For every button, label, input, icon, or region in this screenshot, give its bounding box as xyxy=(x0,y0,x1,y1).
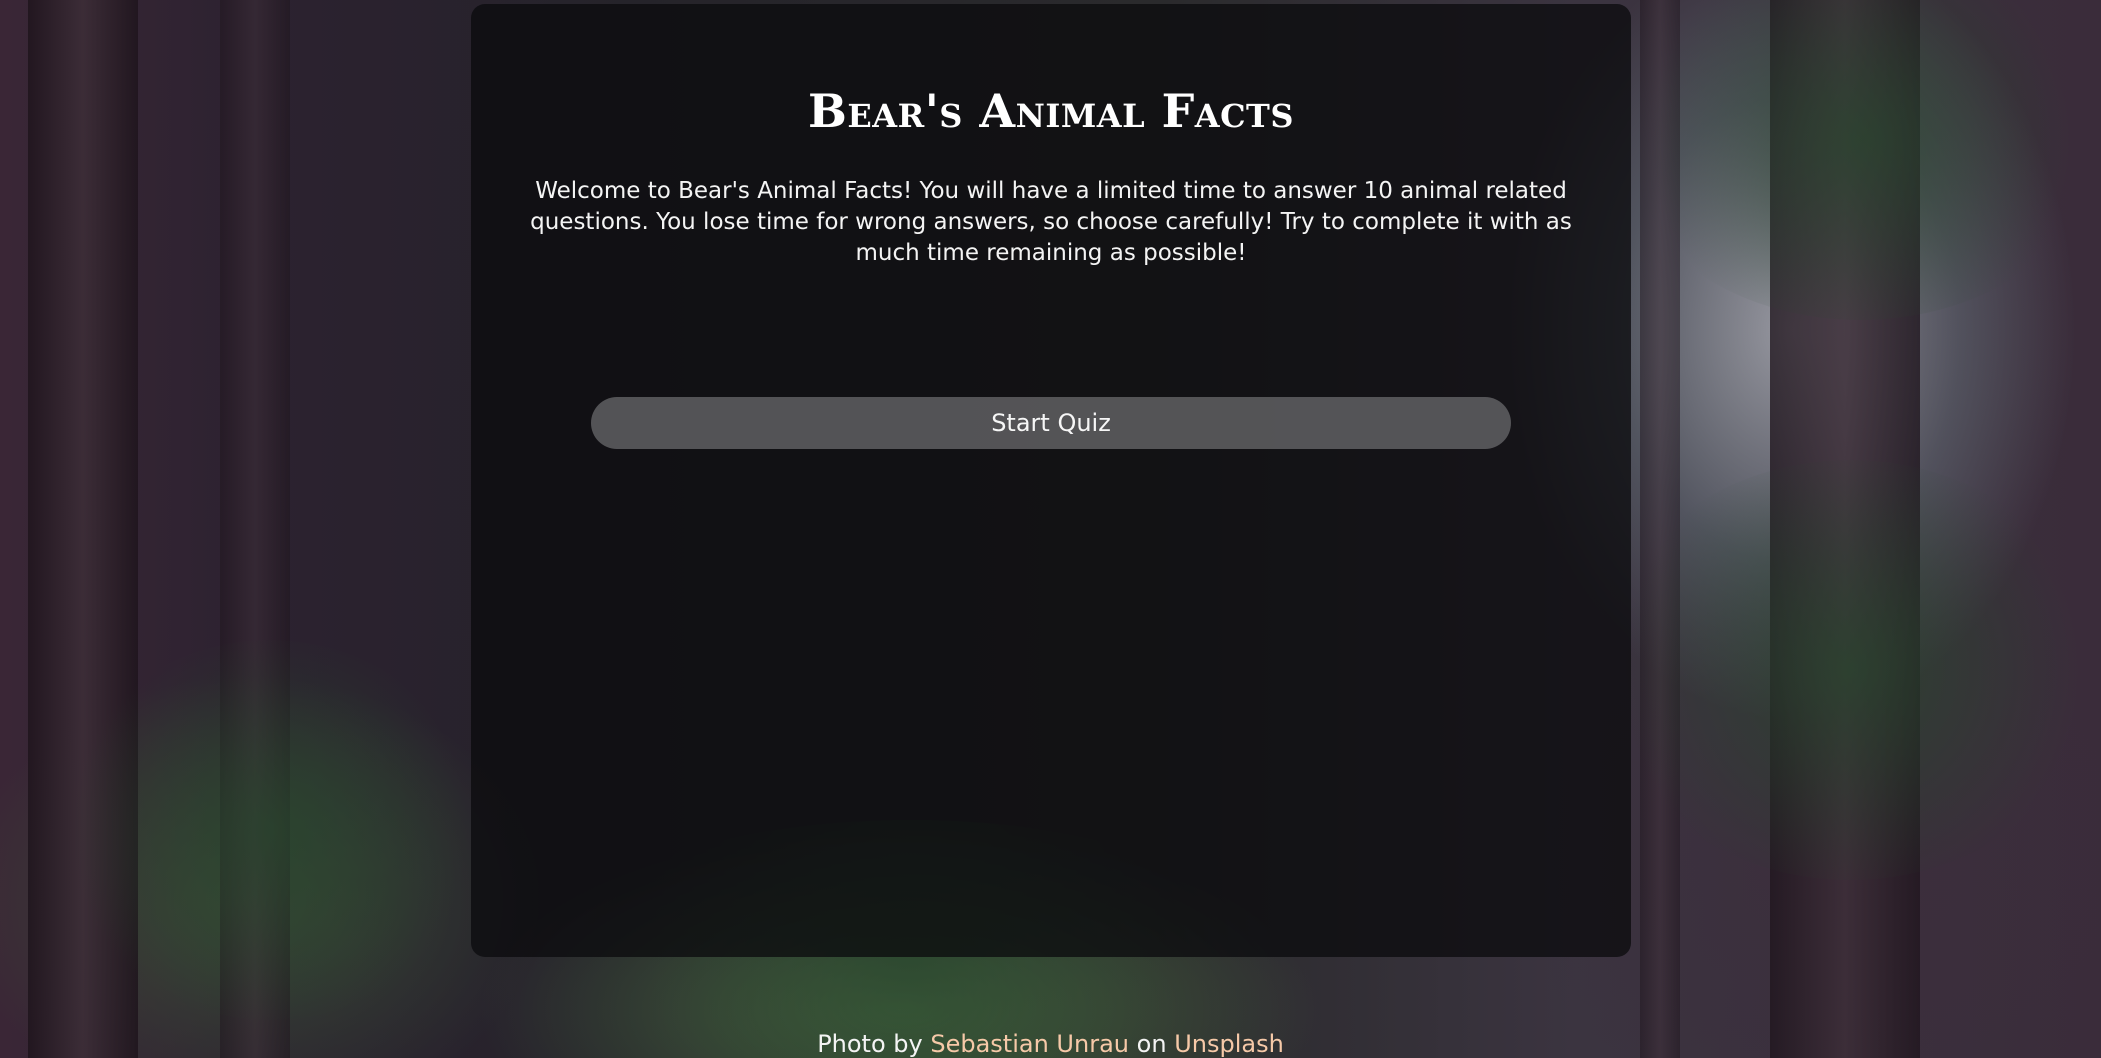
credit-middle: on xyxy=(1136,1030,1167,1058)
photographer-link[interactable]: Sebastian Unrau xyxy=(930,1030,1129,1058)
foliage xyxy=(1620,0,2100,320)
foliage xyxy=(60,640,480,1020)
photo-credit: Photo by Sebastian Unrau on Unsplash xyxy=(0,1030,2101,1058)
page-title: Bear's Animal Facts xyxy=(808,84,1294,138)
credit-prefix: Photo by xyxy=(817,1030,923,1058)
quiz-panel: Bear's Animal Facts Welcome to Bear's An… xyxy=(471,4,1631,957)
start-quiz-button[interactable]: Start Quiz xyxy=(591,397,1511,449)
unsplash-link[interactable]: Unsplash xyxy=(1174,1030,1284,1058)
foliage xyxy=(1600,460,2100,880)
quiz-intro-text: Welcome to Bear's Animal Facts! You will… xyxy=(530,178,1572,266)
